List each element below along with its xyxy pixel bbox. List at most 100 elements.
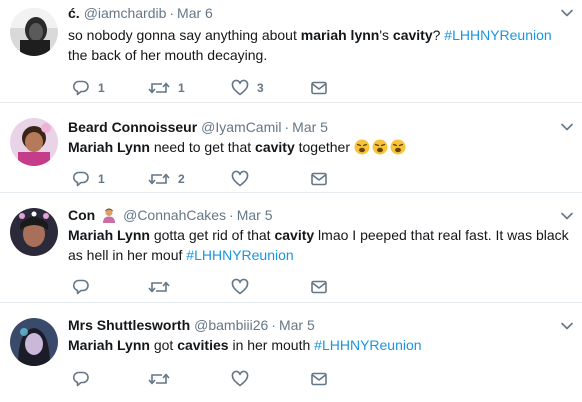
- retweet-icon: [148, 173, 170, 185]
- text-segment: ?: [432, 27, 445, 43]
- tweet[interactable]: ć. @iamchardib · Mar 6 so nobody gonna say …: [0, 0, 582, 103]
- tweet-date[interactable]: Mar 5: [279, 317, 315, 333]
- display-name[interactable]: Beard Connoisseur: [68, 119, 197, 135]
- retweet-icon: [148, 281, 170, 293]
- separator-dot: ·: [169, 5, 175, 21]
- caret-down-icon[interactable]: [560, 6, 574, 20]
- reply-button[interactable]: 1: [72, 169, 105, 189]
- highlight-term: cavity: [255, 139, 295, 155]
- text-segment: the back of her mouth decaying.: [68, 47, 268, 63]
- hashtag-link[interactable]: #LHHNYReunion: [186, 247, 293, 263]
- highlight-term: cavity: [274, 227, 315, 243]
- username[interactable]: @ConnahCakes: [123, 207, 226, 223]
- avatar[interactable]: [10, 8, 58, 56]
- text-segment: need to get that: [149, 139, 256, 155]
- highlight-term: mariah lynn: [300, 27, 380, 43]
- direct-message-icon: [311, 172, 327, 186]
- tweet-text: Mariah Lynn got cavities in her mouth #L…: [68, 335, 574, 355]
- username[interactable]: @bambiii26: [194, 317, 268, 333]
- tweet[interactable]: Mrs Shuttlesworth @bambiii26 · Mar 5 Mariah…: [0, 303, 582, 402]
- display-name[interactable]: Con: [68, 207, 95, 223]
- reply-button[interactable]: [72, 369, 98, 389]
- tweet[interactable]: Beard Connoisseur @IyamCamil · Mar 5 Mariah…: [0, 103, 582, 193]
- text-segment: so nobody gonna say anything about: [68, 27, 301, 43]
- tweet-text: Mariah Lynn need to get that cavity toge…: [68, 137, 574, 157]
- separator-dot: ·: [229, 207, 234, 223]
- retweet-count: 2: [178, 172, 185, 186]
- text-segment: together: [294, 139, 354, 155]
- retweet-icon: [148, 373, 170, 385]
- hashtag-link[interactable]: #LHHNYReunion: [314, 337, 421, 353]
- weary-face-emoji: [372, 139, 388, 155]
- like-icon: [231, 370, 249, 387]
- person-emoji: [103, 208, 116, 223]
- tweet-text: so nobody gonna say anything about maria…: [68, 25, 574, 65]
- separator-dot: ·: [284, 119, 290, 135]
- tweet-header: ć. @iamchardib · Mar 6: [68, 3, 213, 23]
- direct-message-button[interactable]: [310, 369, 328, 389]
- like-button[interactable]: [231, 169, 257, 189]
- retweet-button[interactable]: 1: [148, 78, 185, 98]
- display-name[interactable]: ć.: [68, 5, 80, 21]
- caret-down-icon[interactable]: [560, 319, 574, 333]
- tweet-date[interactable]: Mar 6: [177, 5, 213, 21]
- direct-message-button[interactable]: [310, 169, 328, 189]
- direct-message-button[interactable]: [310, 78, 328, 98]
- highlight-term: Mariah Lynn: [68, 337, 150, 353]
- text-segment: in her mouth: [228, 337, 315, 353]
- like-button[interactable]: [231, 277, 257, 297]
- like-button[interactable]: 3: [231, 78, 264, 98]
- tweet-date[interactable]: Mar 5: [237, 207, 273, 223]
- reply-button[interactable]: 1: [72, 78, 105, 98]
- tweet-header: Beard Connoisseur @IyamCamil · Mar 5: [68, 117, 328, 137]
- tweet-header: Con @ConnahCakes · Mar 5: [68, 205, 273, 225]
- tweet-actions: 1 1 3: [68, 78, 368, 98]
- reply-count: 1: [98, 172, 105, 186]
- tweet-header: Mrs Shuttlesworth @bambiii26 · Mar 5: [68, 315, 315, 335]
- retweet-button[interactable]: [148, 369, 178, 389]
- like-icon: [231, 79, 249, 96]
- highlight-term: cavities: [177, 337, 229, 353]
- like-count: 3: [257, 81, 264, 95]
- weary-face-emoji: [354, 139, 370, 155]
- like-icon: [231, 278, 249, 295]
- tweet-date[interactable]: Mar 5: [292, 119, 328, 135]
- direct-message-icon: [311, 81, 327, 95]
- reply-icon: [72, 80, 89, 96]
- hashtag-link[interactable]: #LHHNYReunion: [444, 27, 551, 43]
- weary-face-emoji: [390, 139, 406, 155]
- avatar[interactable]: [10, 118, 58, 166]
- tweet-actions: [68, 277, 368, 297]
- direct-message-button[interactable]: [310, 277, 328, 297]
- caret-down-icon[interactable]: [560, 209, 574, 223]
- avatar[interactable]: [10, 208, 58, 256]
- text-segment: 's: [379, 27, 393, 43]
- reply-icon: [72, 279, 89, 295]
- caret-down-icon[interactable]: [560, 120, 574, 134]
- retweet-button[interactable]: [148, 277, 178, 297]
- tweet-text: Mariah Lynn gotta get rid of that cavity…: [68, 225, 574, 265]
- separator-dot: ·: [271, 317, 276, 333]
- reply-count: 1: [98, 81, 105, 95]
- username[interactable]: @iamchardib: [84, 5, 167, 21]
- direct-message-icon: [311, 372, 327, 386]
- reply-icon: [72, 371, 89, 387]
- display-name[interactable]: Mrs Shuttlesworth: [68, 317, 190, 333]
- text-segment: gotta get rid of that: [149, 227, 275, 243]
- direct-message-icon: [311, 280, 327, 294]
- tweet[interactable]: Con @ConnahCakes · Mar 5 Mariah Lynn gotta…: [0, 193, 582, 303]
- highlight-term: Mariah Lynn: [68, 139, 150, 155]
- tweet-actions: 1 2: [68, 169, 368, 189]
- highlight-term: cavity: [392, 27, 433, 43]
- text-segment: got: [149, 337, 178, 353]
- reply-icon: [72, 171, 89, 187]
- tweet-feed: ć. @iamchardib · Mar 6 so nobody gonna say …: [0, 0, 582, 402]
- reply-button[interactable]: [72, 277, 98, 297]
- retweet-button[interactable]: 2: [148, 169, 185, 189]
- tweet-actions: [68, 369, 368, 389]
- retweet-icon: [148, 82, 170, 94]
- like-icon: [231, 170, 249, 187]
- like-button[interactable]: [231, 369, 257, 389]
- username[interactable]: @IyamCamil: [201, 119, 281, 135]
- avatar[interactable]: [10, 318, 58, 366]
